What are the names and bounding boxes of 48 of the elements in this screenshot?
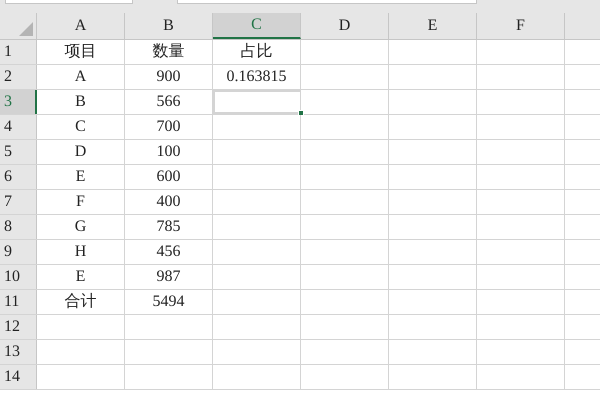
name-box[interactable] <box>5 0 133 4</box>
cell-text: G <box>74 217 86 237</box>
row-header[interactable]: 13 <box>0 340 37 364</box>
cell-text: 数量 <box>152 42 184 62</box>
row-header[interactable]: 14 <box>0 365 37 389</box>
cell-text: B <box>75 92 86 112</box>
cell-text: D <box>74 142 86 162</box>
row-header[interactable]: 8 <box>0 215 37 239</box>
cell-text: E <box>76 267 86 287</box>
column-header[interactable]: F <box>477 13 565 39</box>
cell-text: 900 <box>156 67 180 87</box>
cell-text: 项目 <box>64 42 96 62</box>
triangle-icon <box>19 22 33 36</box>
cell-text: 566 <box>156 92 180 112</box>
row-header[interactable]: 10 <box>0 265 37 289</box>
cell-text: A <box>74 67 86 87</box>
cell-text: F <box>76 192 85 212</box>
selected-cell[interactable] <box>213 90 301 114</box>
cell-text: 0.163815 <box>226 67 286 87</box>
cell-text: 占比 <box>240 42 272 62</box>
cell-text: 600 <box>156 167 180 187</box>
column-header[interactable]: C <box>213 13 301 39</box>
column-header[interactable]: D <box>301 13 389 39</box>
row-header[interactable]: 11 <box>0 290 37 314</box>
cell-text: C <box>75 117 86 137</box>
row-header[interactable]: 3 <box>0 90 37 114</box>
row-header[interactable]: 1 <box>0 40 37 64</box>
row-header[interactable]: 6 <box>0 165 37 189</box>
fill-handle[interactable] <box>298 110 304 116</box>
row-header[interactable]: 7 <box>0 190 37 214</box>
cell-text: 700 <box>156 117 180 137</box>
column-header[interactable]: A <box>37 13 125 39</box>
cell-text: 合计 <box>64 292 96 312</box>
cell-text: 5494 <box>152 292 184 312</box>
row-header[interactable]: 12 <box>0 315 37 339</box>
cell-text: 456 <box>156 242 180 262</box>
cell-text: H <box>74 242 86 262</box>
cell-text: 100 <box>156 142 180 162</box>
cell-text: E <box>76 167 86 187</box>
cell-text: 987 <box>156 267 180 287</box>
row-header[interactable]: 9 <box>0 240 37 264</box>
row-header[interactable]: 4 <box>0 115 37 139</box>
cell-text: 785 <box>156 217 180 237</box>
formula-bar[interactable] <box>177 0 477 4</box>
row-header[interactable]: 2 <box>0 65 37 89</box>
cell-text: 400 <box>156 192 180 212</box>
row-header[interactable]: 5 <box>0 140 37 164</box>
column-header[interactable]: E <box>389 13 477 39</box>
